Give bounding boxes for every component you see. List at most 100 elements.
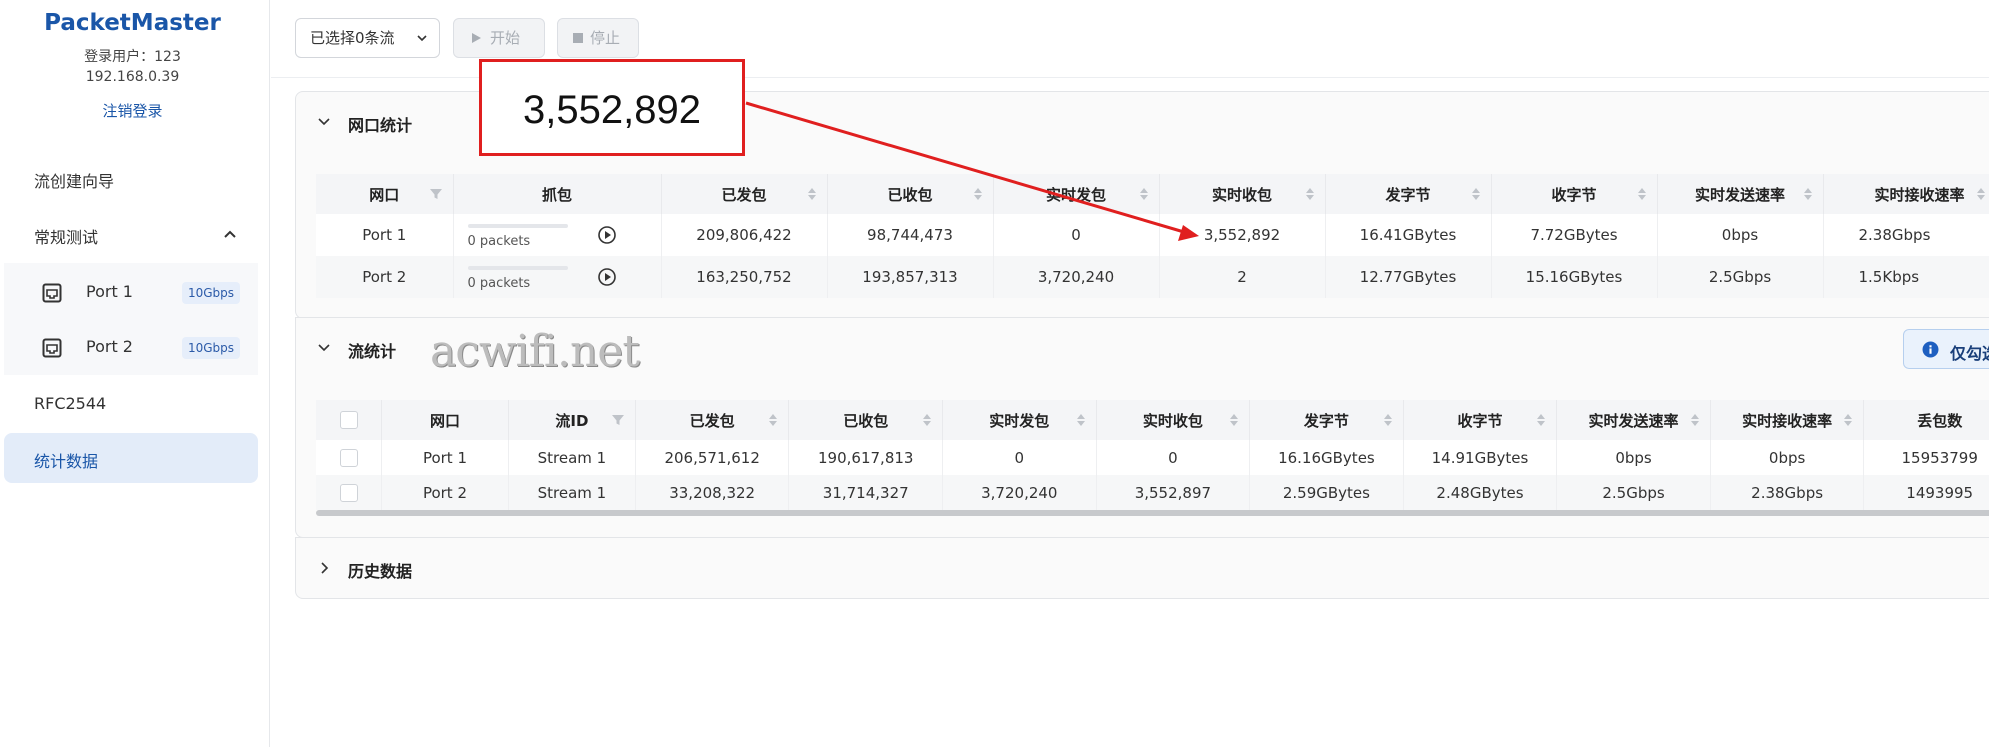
sidebar-item-port-2[interactable]: Port 2 10Gbps — [4, 321, 258, 375]
cell-port: Port 2 — [381, 475, 509, 510]
cell-port: Port 2 — [316, 256, 454, 298]
nav-statistics[interactable]: 统计数据 — [4, 433, 258, 483]
play-circle-icon[interactable] — [597, 225, 617, 245]
row-checkbox[interactable] — [339, 448, 358, 467]
sort-icon[interactable] — [1536, 413, 1546, 427]
row-checkbox[interactable] — [339, 483, 358, 502]
cell-rt-rx: 3,552,897 — [1096, 475, 1251, 510]
port-stats-title: 网口统计 — [348, 116, 413, 135]
cell-rx-bytes: 15.16GBytes — [1491, 256, 1658, 298]
column-header[interactable]: 收字节 — [1403, 400, 1558, 440]
cell-capture: 0 packets — [453, 214, 662, 256]
cell-tx: 209,806,422 — [661, 214, 828, 256]
row-select-cell — [316, 475, 383, 510]
column-header[interactable]: 实时发包 — [942, 400, 1097, 440]
chevron-down-icon — [318, 344, 330, 352]
column-header[interactable]: 实时接收速率 — [1823, 174, 1989, 214]
sort-icon[interactable] — [922, 413, 932, 427]
sort-icon[interactable] — [1229, 413, 1239, 427]
column-header[interactable]: 实时发送速率 — [1657, 174, 1824, 214]
sort-icon[interactable] — [1076, 413, 1086, 427]
flow-stats-title: 流统计 — [348, 342, 397, 361]
column-header[interactable]: 网口 — [316, 174, 454, 214]
info-notice: 仅勾选 — [1903, 329, 1989, 369]
column-header[interactable]: 实时发送速率 — [1556, 400, 1711, 440]
cell-tx-rate: 0bps — [1657, 214, 1824, 256]
cell-port: Port 1 — [381, 440, 509, 475]
stream-select-dropdown[interactable]: 已选择0条流 — [295, 18, 440, 58]
sort-icon[interactable] — [1690, 413, 1700, 427]
table-row: Port 2 0 packets 163,250,752 193,857,313… — [316, 256, 1989, 298]
sort-icon[interactable] — [1637, 187, 1647, 201]
sort-icon[interactable] — [973, 187, 983, 201]
column-header[interactable]: 已收包 — [788, 400, 944, 440]
filter-icon[interactable] — [429, 187, 443, 201]
sort-icon[interactable] — [1139, 187, 1149, 201]
capture-count: 0 packets — [467, 276, 531, 291]
sort-icon[interactable] — [1471, 187, 1481, 201]
column-header[interactable]: 已发包 — [661, 174, 828, 214]
play-circle-icon[interactable] — [597, 267, 617, 287]
cell-loss: 1493995 — [1863, 475, 1989, 510]
callout-value: 3,552,892 — [523, 88, 701, 132]
filter-icon[interactable] — [611, 413, 625, 427]
column-header[interactable]: 收字节 — [1491, 174, 1658, 214]
sort-icon[interactable] — [1305, 187, 1315, 201]
sidebar-port-label: Port 2 — [86, 337, 133, 356]
cell-rx-bytes: 14.91GBytes — [1403, 440, 1558, 475]
cell-rt-tx: 3,720,240 — [942, 475, 1097, 510]
capture-progress-bar — [467, 266, 568, 270]
chevron-down-icon — [318, 118, 330, 126]
horizontal-scrollbar[interactable] — [316, 510, 1989, 516]
sort-icon[interactable] — [1843, 413, 1853, 427]
start-button[interactable]: 开始 — [453, 18, 545, 58]
logged-in-user: 登录用户：123 — [84, 49, 181, 65]
chevron-right-icon — [321, 562, 329, 574]
nav-flow-wizard[interactable]: 流创建向导 — [34, 168, 114, 192]
cell-tx-bytes: 2.59GBytes — [1249, 475, 1404, 510]
column-header[interactable]: 实时收包 — [1096, 400, 1251, 440]
column-header[interactable]: 实时收包 — [1159, 174, 1326, 214]
sort-icon[interactable] — [1803, 187, 1813, 201]
sort-icon[interactable] — [1976, 187, 1986, 201]
column-header[interactable]: 发字节 — [1249, 400, 1404, 440]
select-all-checkbox[interactable] — [339, 411, 358, 430]
sort-icon[interactable] — [768, 413, 778, 427]
nav-rfc2544[interactable]: RFC2544 — [34, 394, 106, 413]
column-header[interactable]: 实时发包 — [993, 174, 1160, 214]
cell-rx-rate: 2.38Gbps — [1710, 475, 1865, 510]
annotation-callout: 3,552,892 — [479, 59, 745, 156]
column-header[interactable]: 实时接收速率 — [1710, 400, 1865, 440]
column-header[interactable]: 已发包 — [635, 400, 790, 440]
cell-tx-bytes: 16.41GBytes — [1325, 214, 1492, 256]
logout-link[interactable]: 注销登录 — [0, 100, 265, 121]
column-header: 抓包 — [453, 174, 662, 214]
column-header[interactable]: 流ID — [508, 400, 636, 440]
column-header: 网口 — [381, 400, 509, 440]
stream-select-label: 已选择0条流 — [310, 29, 395, 47]
nav-regular-test[interactable]: 常规测试 — [34, 224, 98, 248]
sort-icon[interactable] — [1383, 413, 1393, 427]
column-header[interactable]: 发字节 — [1325, 174, 1492, 214]
device-ip: 192.168.0.39 — [85, 69, 180, 85]
cell-rx-rate: 2.38Gbps — [1823, 214, 1989, 256]
cell-rx: 193,857,313 — [827, 256, 994, 298]
flow-stats-table: 网口 流ID 已发包 已收包 实时发包 实时收包 发字节 收字节 实时发送速率 … — [316, 400, 1989, 510]
sidebar-item-port-1[interactable]: Port 1 10Gbps — [4, 266, 258, 320]
column-header[interactable]: 已收包 — [827, 174, 994, 214]
cell-tx-rate: 2.5Gbps — [1657, 256, 1824, 298]
capture-count: 0 packets — [467, 234, 531, 249]
cell-tx-rate: 2.5Gbps — [1556, 475, 1711, 510]
stop-icon — [573, 33, 583, 43]
cell-rx-rate: 0bps — [1710, 440, 1865, 475]
stop-button[interactable]: 停止 — [557, 18, 639, 58]
table-row[interactable]: Port 2 Stream 1 33,208,322 31,714,327 3,… — [316, 475, 1989, 510]
chevron-up-icon[interactable] — [222, 226, 238, 242]
table-row[interactable]: Port 1 Stream 1 206,571,612 190,617,813 … — [316, 440, 1989, 475]
info-notice-text: 仅勾选 — [1950, 344, 1989, 363]
play-icon — [472, 33, 481, 43]
cell-rx-bytes: 2.48GBytes — [1403, 475, 1558, 510]
sort-icon[interactable] — [807, 187, 817, 201]
history-header[interactable]: 历史数据 — [296, 538, 1989, 600]
sidebar-port-label: Port 1 — [86, 282, 133, 301]
